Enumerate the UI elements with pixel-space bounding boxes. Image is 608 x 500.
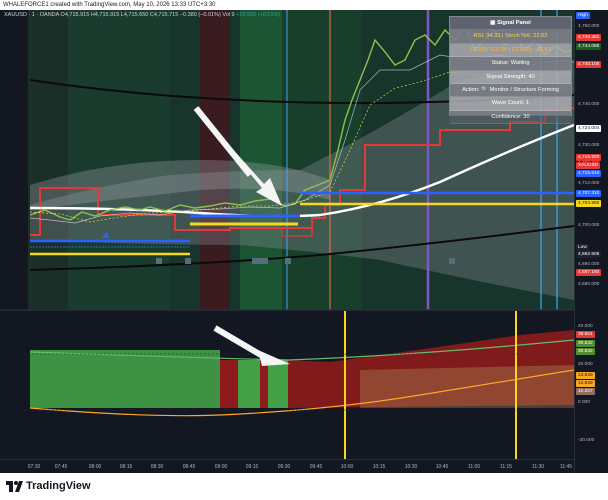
- time-label: 08:30: [150, 464, 164, 470]
- chart-area[interactable]: XAUUSD · 1 · OANDA O4,715.915 H4,715.915…: [0, 10, 608, 473]
- strength-row: Signal Strength: 40: [450, 71, 571, 84]
- osc-tag: 30.632: [576, 340, 595, 347]
- osc-tick: -20.000: [578, 438, 595, 443]
- brand-name: TradingView: [26, 480, 91, 492]
- price-tag: 4,692.505: [576, 251, 602, 258]
- signal-panel-title: ▦ Signal Panel: [450, 17, 571, 31]
- osc-tag: 13.929: [576, 380, 595, 387]
- time-label: 08:15: [119, 464, 133, 470]
- price-tag: 4,744.085: [576, 43, 602, 50]
- volume-value: Vol 9: [222, 12, 235, 18]
- time-label: 11:30: [531, 464, 545, 470]
- price-tag-low: Low: [576, 244, 589, 251]
- time-label: 10:45: [435, 464, 449, 470]
- time-label: 09:30: [277, 464, 291, 470]
- action-row: Action: 🔍 Monitor / Structure Forming: [450, 83, 571, 98]
- price-tag: 4,707.310: [576, 190, 602, 197]
- time-axis[interactable]: 07:30 07:45 08:00 08:15 08:30 08:45 09:0…: [0, 459, 574, 473]
- price-tag: 4,746.381: [576, 34, 602, 41]
- price-tag: 4,704.965: [576, 200, 602, 207]
- time-label: 08:45: [182, 464, 196, 470]
- footer: TradingView: [0, 473, 608, 500]
- symbol-tag: XAUUSD: [576, 162, 600, 169]
- confidence-row: Confidence: 30: [450, 110, 571, 125]
- price-tag: 4,687.180: [576, 269, 602, 276]
- price-tick: 4,680.000: [578, 282, 600, 287]
- time-label: 08:00: [88, 464, 102, 470]
- osc-tick: 20.000: [578, 362, 593, 367]
- osc-tag: 38.601: [576, 331, 595, 338]
- chart-caption: WHALEFORCE1 created with TradingView.com…: [0, 0, 608, 10]
- price-tick: 4,712.000: [578, 181, 600, 186]
- ohlc-values: O4,715.915 H4,715.915 L4,715.650 C4,715.…: [60, 12, 221, 18]
- tradingview-logo: TradingView: [6, 480, 91, 492]
- symbol-legend[interactable]: XAUUSD · 1 · OANDA O4,715.915 H4,715.915…: [4, 12, 280, 18]
- status-row: Status: Waiting: [450, 57, 571, 71]
- price-tag: 4,740.105: [576, 61, 602, 68]
- osc-tag: 30.632: [576, 348, 595, 355]
- change-value: +28.535 (+0.61%): [236, 12, 281, 18]
- price-tag: 4,715.510: [576, 170, 602, 177]
- price-tag: 4,716.920: [576, 154, 602, 161]
- price-tag-high: High: [576, 12, 590, 19]
- price-tick: 4,740.000: [578, 102, 600, 107]
- time-label: 11:00: [467, 464, 481, 470]
- price-tick: 4,750.000: [578, 24, 600, 29]
- time-label: 11:45: [559, 464, 573, 470]
- time-label: 09:45: [309, 464, 323, 470]
- price-tick: 4,730.000: [578, 143, 600, 148]
- price-tick: 4,700.000: [578, 223, 600, 228]
- price-tick: 4,690.000: [578, 262, 600, 267]
- time-label: 10:30: [404, 464, 418, 470]
- time-label: 10:00: [340, 464, 354, 470]
- price-tag: 4,724.004: [576, 125, 602, 132]
- time-label: 11:15: [499, 464, 513, 470]
- time-label: 09:15: [245, 464, 259, 470]
- price-axis[interactable]: 4,750.000 4,740.000 4,730.000 4,720.000 …: [574, 10, 608, 473]
- time-label: 07:30: [27, 464, 41, 470]
- osc-tick: 0.000: [578, 400, 591, 405]
- rsi-stoch-row: RSI: 34.33 | Stoch %K: 22.62: [450, 30, 571, 44]
- osc-tag: 10.207: [576, 388, 595, 395]
- time-label: 09:00: [214, 464, 228, 470]
- time-label: 10:15: [372, 464, 386, 470]
- cci-row: CCI(5): 110.38 | CCI(20): -42.61: [450, 44, 571, 58]
- time-label: 07:45: [54, 464, 68, 470]
- signal-panel: ▦ Signal Panel RSI: 34.33 | Stoch %K: 22…: [449, 16, 572, 125]
- tradingview-icon: [6, 480, 23, 492]
- symbol-label[interactable]: XAUUSD · 1 · OANDA: [4, 12, 59, 18]
- osc-tick: 40.000: [578, 324, 593, 329]
- osc-tag: 13.929: [576, 372, 595, 379]
- wave-row: Wave Count: 1: [450, 97, 571, 111]
